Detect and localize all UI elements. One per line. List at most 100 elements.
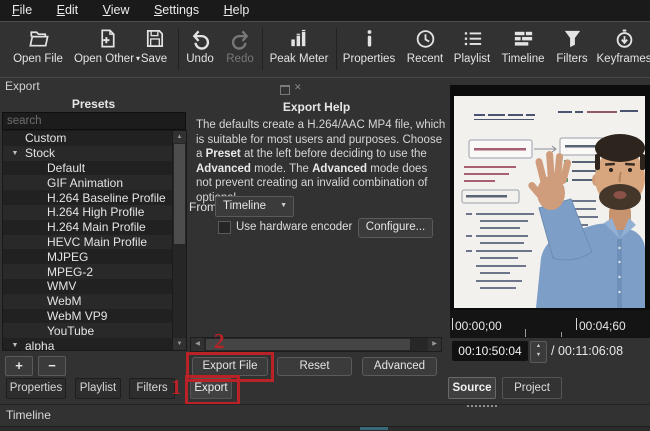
scroll-right-icon[interactable]: ▶ — [428, 338, 441, 351]
hw-encoder-label: Use hardware encoder — [236, 221, 353, 233]
ruler-end-label: 00:04;60 — [579, 319, 626, 333]
preset-item[interactable]: H.264 High Profile — [3, 204, 186, 220]
timeline-button[interactable]: Timeline — [498, 26, 548, 74]
export-help-title: Export Help — [282, 100, 351, 114]
preset-label: HEVC Main Profile — [47, 234, 148, 249]
scroll-left-icon[interactable]: ◀ — [191, 338, 204, 351]
export-help-section: Export Help The defaults create a H.264/… — [186, 95, 447, 355]
preset-label: GIF Animation — [47, 175, 124, 190]
peak-meter-icon — [290, 29, 305, 47]
save-icon — [146, 29, 163, 48]
open-file-label: Open File — [13, 53, 63, 65]
preset-label: WebM — [47, 294, 82, 309]
help-horizontal-scrollbar[interactable]: ◀ ▶ — [190, 337, 442, 352]
peak-meter-button[interactable]: Peak Meter — [266, 26, 332, 74]
scroll-down-icon[interactable]: ▼ — [173, 338, 186, 350]
redo-label: Redo — [226, 53, 254, 65]
chevron-down-icon: ▼ — [280, 202, 287, 209]
menu-view[interactable]: View — [93, 0, 140, 21]
open-other-label: Open Other ▾ — [73, 53, 141, 65]
preset-item[interactable]: YouTube — [3, 323, 186, 339]
preset-item[interactable]: HEVC Main Profile — [3, 234, 186, 250]
preset-item[interactable]: GIF Animation — [3, 175, 186, 191]
tab-project[interactable]: Project — [502, 377, 562, 399]
preset-item[interactable]: Default — [3, 160, 186, 176]
keyframes-button[interactable]: Keyframes — [596, 26, 650, 74]
scroll-up-icon[interactable]: ▲ — [173, 131, 186, 143]
preset-item[interactable]: WebM — [3, 293, 186, 309]
undo-label: Undo — [186, 53, 214, 65]
tab-filters[interactable]: Filters — [129, 378, 175, 399]
player-timeline-ruler[interactable]: 00:00;00 00:04;60 — [450, 310, 650, 338]
preset-item[interactable]: ▼ alpha — [3, 338, 174, 350]
float-panel-icon[interactable] — [280, 85, 290, 95]
filters-button[interactable]: Filters — [551, 26, 593, 74]
preset-rows: Custom ▼ Stock Default GIF Animation H.2… — [3, 131, 186, 350]
save-label: Save — [140, 53, 168, 65]
toolbar-separator — [178, 28, 179, 70]
undo-button[interactable]: Undo — [181, 26, 219, 74]
menu-file[interactable]: File — [2, 0, 42, 21]
from-dropdown-value: Timeline — [223, 200, 267, 212]
tab-playlist[interactable]: Playlist — [75, 378, 121, 399]
open-other-button[interactable]: Open Other ▾ — [72, 26, 142, 74]
spin-down-icon[interactable]: ▼ — [531, 351, 546, 360]
main-toolbar: Open File Open Other ▾ Save Undo Redo Pe… — [0, 22, 650, 78]
current-time-field[interactable]: 00:10:50:04 — [452, 341, 528, 361]
panel-divider — [0, 404, 650, 405]
menu-edit[interactable]: Edit — [47, 0, 89, 21]
redo-button[interactable]: Redo — [221, 26, 259, 74]
menu-bar: File Edit View Settings Help — [0, 0, 650, 22]
preset-label: WMV — [47, 279, 77, 294]
properties-button[interactable]: Properties — [340, 26, 398, 74]
reset-button[interactable]: Reset — [277, 357, 352, 376]
save-button[interactable]: Save — [134, 26, 174, 74]
close-panel-icon[interactable]: ✕ — [294, 82, 302, 93]
spin-up-icon[interactable]: ▲ — [531, 342, 546, 351]
preset-item[interactable]: ▼ Stock — [3, 145, 174, 161]
annotation-box-export-tab — [185, 375, 240, 405]
annotation-step-2: 2 — [214, 329, 225, 353]
scrollbar-thumb[interactable] — [206, 339, 410, 350]
open-file-icon — [28, 31, 49, 47]
tab-source[interactable]: Source — [448, 377, 496, 399]
undo-icon — [192, 30, 209, 50]
preset-item[interactable]: MJPEG — [3, 249, 186, 265]
hw-encoder-checkbox[interactable] — [218, 221, 231, 234]
from-dropdown[interactable]: Timeline ▼ — [215, 196, 294, 217]
playlist-button[interactable]: Playlist — [450, 26, 494, 74]
preset-item[interactable]: WMV — [3, 278, 186, 294]
recent-label: Recent — [406, 53, 444, 65]
recent-icon — [416, 30, 434, 48]
video-player[interactable] — [450, 85, 650, 310]
advanced-button[interactable]: Advanced — [362, 357, 437, 376]
menu-settings[interactable]: Settings — [144, 0, 209, 21]
remove-preset-button[interactable]: − — [38, 356, 66, 376]
open-file-button[interactable]: Open File — [6, 26, 70, 74]
preset-item[interactable]: H.264 Main Profile — [3, 219, 186, 235]
toolbar-separator — [336, 28, 337, 70]
add-preset-button[interactable]: + — [5, 356, 33, 376]
ruler-mark — [576, 318, 577, 330]
preset-list-scrollbar[interactable]: ▲ ▼ — [172, 131, 186, 350]
from-label: From — [189, 200, 217, 214]
preset-item[interactable]: Custom — [3, 131, 174, 146]
export-panel-title: Export — [5, 79, 40, 93]
keyframes-icon — [616, 29, 632, 48]
preset-item[interactable]: WebM VP9 — [3, 308, 186, 324]
preset-list[interactable]: Custom ▼ Stock Default GIF Animation H.2… — [2, 130, 187, 351]
tree-expand-arrow-icon[interactable]: ▼ — [5, 150, 25, 157]
preset-item[interactable]: MPEG-2 — [3, 264, 186, 279]
preset-label: H.264 Main Profile — [47, 220, 146, 235]
time-spinner[interactable]: ▲ ▼ — [530, 341, 547, 363]
menu-help[interactable]: Help — [214, 0, 260, 21]
annotation-step-1: 1 — [171, 375, 182, 399]
recent-button[interactable]: Recent — [402, 26, 448, 74]
configure-button[interactable]: Configure... — [358, 218, 433, 238]
tree-expand-arrow-icon[interactable]: ▼ — [5, 342, 25, 349]
preset-search-input[interactable] — [2, 112, 186, 130]
preset-item[interactable]: H.264 Baseline Profile — [3, 190, 186, 205]
playlist-icon — [464, 32, 481, 46]
tab-properties[interactable]: Properties — [6, 378, 66, 399]
scrollbar-thumb[interactable] — [174, 144, 185, 244]
